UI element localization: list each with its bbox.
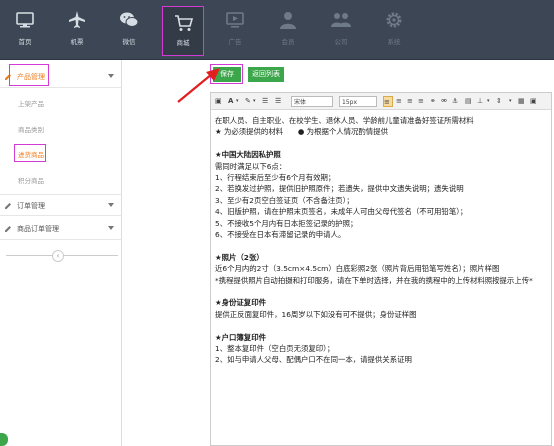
nav-item-wechat[interactable]: 微信 — [104, 0, 154, 60]
nav-item-home[interactable]: 首页 — [0, 0, 50, 60]
content-line: 1、整本复印件（空白页无须复印）； — [215, 344, 335, 354]
fullscreen-icon[interactable]: ▣ — [530, 96, 537, 107]
content-line — [215, 240, 549, 251]
content-line: 在职人员、自主职业、在校学生、退休人员、学龄前儿童请准备好签证所需材料 — [215, 116, 474, 125]
align-center-icon[interactable]: ≡ — [396, 96, 402, 107]
content-line: 提供正反面复印件，16周岁以下如没有可不提供；身份证样图 — [215, 309, 417, 319]
sidebar-sub-item[interactable]: 积分商品 — [18, 175, 44, 185]
nav-item-label: 系统 — [387, 38, 401, 46]
unlink-icon[interactable]: ⚮ — [441, 96, 447, 107]
content-line: 2、若换发过护照，提供旧护照原件；若遗失，提供中文遗失说明；遗失说明 — [215, 184, 464, 194]
content-line: 5、不接收5个月内有日本拒签记录的护照； — [215, 218, 358, 228]
nav-item-members[interactable]: 会员 — [263, 0, 313, 60]
user-icon — [280, 12, 296, 29]
editor-toolbar: ▣ A ▾ ✎ ▾ ☰ ☰ 宋体 15px ≡ ≡ ≡ ≡ ⚭ ⚮ ⚓ ▤ ⊥ … — [211, 93, 551, 110]
content-line: 2、如与申请人父母、配偶户口不在同一本，请提供关系证明 — [215, 355, 412, 365]
content-line — [215, 138, 549, 149]
content-line: ★ 为必须提供的材料 ● 为根据个人情况酌情提供 — [215, 127, 388, 137]
ordered-list-icon[interactable]: ☰ — [262, 96, 268, 107]
company-icon — [331, 13, 351, 27]
airplane-icon — [69, 11, 85, 28]
content-line: ★户口簿复印件 — [215, 332, 266, 342]
content-line: 近6个月内的2寸（3.5cm×4.5cm）白底彩照2张（照片背后用铅笔写姓名）；… — [215, 264, 500, 274]
wechat-icon — [120, 12, 139, 27]
font-color-button[interactable]: A — [228, 96, 233, 107]
nav-item-ads[interactable]: 广告 — [210, 0, 260, 60]
monitor-icon — [16, 12, 34, 28]
chevron-down-icon[interactable]: ▾ — [236, 96, 239, 107]
content-line: ★照片（2张） — [215, 252, 264, 262]
nav-item-mall[interactable]: 商城 — [162, 6, 204, 56]
nav-item-label: 商城 — [176, 39, 190, 47]
editor-content[interactable]: 在职人员、自主职业、在校学生、退休人员、学龄前儿童请准备好签证所需材料 ★ 为必须… — [215, 115, 549, 445]
sidebar-sub-item[interactable]: 上架产品 — [18, 98, 44, 108]
nav-item-label: 首页 — [18, 38, 32, 46]
table-icon[interactable]: ▦ — [518, 96, 525, 107]
align-justify-icon[interactable]: ≡ — [418, 96, 424, 107]
sidebar-group-label: 商品订单管理 — [17, 225, 59, 233]
highlight-box — [14, 144, 46, 162]
main-content: 保存 返回列表 ▣ A ▾ ✎ ▾ ☰ ☰ 宋体 15px ≡ ≡ ≡ ≡ ⚭ … — [122, 60, 554, 446]
highlight-color-icon[interactable]: ✎ — [245, 96, 251, 107]
link-icon[interactable]: ⚭ — [430, 96, 436, 107]
chevron-down-icon — [108, 226, 114, 230]
nav-item-label: 机票 — [70, 38, 84, 46]
content-line: 3、至少有2页空白签证页（不含备注页）； — [215, 195, 354, 205]
sidebar: 产品管理 上架产品 商品类别 进货商品 积分商品 订单管理 商品订单管理 ‹ — [0, 60, 122, 446]
font-size-select[interactable]: 15px — [339, 96, 377, 107]
sidebar-group-label: 订单管理 — [17, 202, 45, 210]
horizontal-rule-icon[interactable]: ⊥ — [477, 96, 483, 107]
nav-item-flights[interactable]: 机票 — [52, 0, 102, 60]
rich-text-editor[interactable]: ▣ A ▾ ✎ ▾ ☰ ☰ 宋体 15px ≡ ≡ ≡ ≡ ⚭ ⚮ ⚓ ▤ ⊥ … — [210, 92, 552, 446]
chevron-left-icon[interactable]: ‹ — [52, 250, 64, 262]
font-family-select[interactable]: 宋体 — [291, 96, 333, 107]
sidebar-group-orders[interactable]: 订单管理 — [0, 194, 122, 216]
align-right-icon[interactable]: ≡ — [407, 96, 413, 107]
content-line: *携程提供照片自动拍摄和打印服务，请在下单时选择，并在我的携程中的上传材料照按提… — [215, 275, 533, 285]
align-left-icon[interactable]: ≡ — [383, 96, 393, 107]
content-line — [215, 320, 549, 331]
ad-icon — [226, 12, 244, 28]
nav-item-company[interactable]: 公司 — [316, 0, 366, 60]
back-to-list-button[interactable]: 返回列表 — [248, 67, 284, 82]
content-line: 需同时满足以下6点： — [215, 161, 287, 171]
app-window: 首页 机票 微信 商城 广告 会员 公司 系统 产品管理 上架产品 商品类别 进… — [0, 0, 554, 446]
image-icon[interactable]: ▤ — [465, 96, 472, 107]
nav-item-label: 广告 — [228, 38, 242, 46]
sidebar-sub-item[interactable]: 商品类别 — [18, 124, 44, 134]
cart-icon — [175, 15, 194, 31]
nav-item-label: 会员 — [281, 38, 295, 46]
nav-item-label: 公司 — [334, 38, 348, 46]
content-line: ★中国大陆因私护照 — [215, 150, 281, 160]
chevron-down-icon — [108, 74, 114, 78]
sidebar-group-goods-orders[interactable]: 商品订单管理 — [0, 218, 122, 240]
sidebar-collapse[interactable]: ‹ — [0, 249, 122, 263]
annotation-arrow-icon — [177, 68, 220, 103]
line-height-icon[interactable]: ⇕ — [496, 96, 502, 107]
content-line: 6、不接受在日本有滞留记录的申请人。 — [215, 230, 346, 240]
top-nav: 首页 机票 微信 商城 广告 会员 公司 系统 — [0, 0, 554, 60]
anchor-icon[interactable]: ⚓ — [452, 96, 458, 107]
pencil-icon — [5, 203, 11, 209]
unordered-list-icon[interactable]: ☰ — [275, 96, 281, 107]
content-line: 1、行程结束后至少有6个月有效期； — [215, 173, 336, 183]
chevron-down-icon — [108, 203, 114, 207]
pencil-icon — [5, 226, 11, 232]
content-line: 4、旧版护照，请在护照末页签名，未成年人可由父母代签名（不可用铅笔）； — [215, 207, 468, 217]
chevron-down-icon[interactable]: ▾ — [487, 96, 490, 107]
nav-item-label: 微信 — [122, 38, 136, 46]
highlight-box — [9, 64, 49, 86]
nav-item-system[interactable]: 系统 — [369, 0, 419, 60]
content-line — [215, 286, 549, 297]
chevron-down-icon[interactable]: ▾ — [509, 96, 512, 107]
gear-icon — [386, 12, 402, 28]
chevron-down-icon[interactable]: ▾ — [253, 96, 256, 107]
content-line: ★身份证复印件 — [215, 298, 266, 308]
